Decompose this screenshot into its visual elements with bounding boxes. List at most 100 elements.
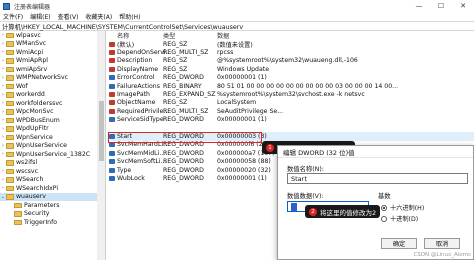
cancel-button[interactable]: 取消 (424, 238, 460, 249)
string-value-icon (109, 41, 115, 47)
step-number-badge: 2 (309, 207, 317, 216)
tree-item[interactable]: › WSearchIdxPi (0, 184, 105, 193)
base-label: 基数 (378, 193, 391, 200)
key-tree: › wlpasvc › WManSvc › WmiAcpi › WmiApRpl › wm… (0, 31, 106, 260)
value-name-field[interactable]: Start (287, 173, 468, 184)
tree-item[interactable]: › WManSvc (0, 40, 105, 49)
scrollbar-thumb[interactable] (98, 101, 104, 161)
tree-item[interactable]: › WSearch (0, 176, 105, 185)
string-value-icon (109, 100, 115, 106)
watermark: CSDN @Linux_Aiomc (413, 252, 471, 258)
tree-item[interactable]: › WMPNetworkSvc (0, 74, 105, 83)
dec-radio[interactable]: 十进制(D) (381, 214, 418, 223)
value-row[interactable]: ServiceSidType REG_DWORD 0x00000001 (1) (107, 116, 474, 124)
callout-text: 将这里的值修改为2 (320, 208, 377, 217)
folder-icon (6, 134, 14, 140)
folder-icon (6, 100, 14, 106)
tree-item[interactable]: › Wof (0, 82, 105, 91)
menu-edit[interactable]: 编辑(E) (30, 12, 50, 21)
folder-icon (6, 194, 14, 200)
tree-item[interactable]: › WpnUserService (0, 142, 105, 151)
value-row[interactable]: Description REG_SZ @%systemroot%\system32\… (107, 57, 474, 65)
tree-item[interactable]: › WmiAcpi (0, 48, 105, 57)
radio-selected-icon (381, 204, 387, 211)
tree-item[interactable]: › workfolderssvc (0, 99, 105, 108)
column-header-data[interactable]: 数据 (217, 31, 229, 40)
folder-icon (6, 109, 14, 115)
maximize-button[interactable]: ☐ (430, 0, 452, 12)
tree-item[interactable]: Parameters (0, 201, 105, 210)
value-row[interactable]: (默认) REG_SZ (数值未设置) (107, 40, 474, 49)
folder-icon (6, 126, 14, 132)
value-row[interactable]: FailureActions REG_BINARY 80 51 01 00 00 0… (107, 82, 474, 90)
tree-item[interactable]: › wmiApSrv (0, 65, 105, 74)
minimize-button[interactable]: — (408, 0, 430, 12)
binary-value-icon (109, 167, 115, 173)
menu-view[interactable]: 查看(V) (58, 12, 79, 21)
folder-icon (14, 219, 22, 225)
menu-favorites[interactable]: 收藏夹(A) (85, 12, 112, 21)
window-title: 注册表编辑器 (14, 3, 51, 11)
step-number-badge: 1 (266, 143, 274, 152)
tree-item[interactable]: Security (0, 210, 105, 219)
binary-value-icon (109, 83, 115, 89)
window-controls: — ☐ ✕ (408, 0, 474, 12)
binary-value-icon (109, 117, 115, 123)
tree-item[interactable]: TriggerInfo (0, 218, 105, 227)
tree-item[interactable]: › WpnUserService_1382C (0, 150, 105, 159)
value-row[interactable]: RequiredPrivile... REG_MULTI_SZ SeAuditPri… (107, 107, 474, 115)
column-header-type[interactable]: 类型 (163, 31, 175, 40)
tree-item-selected[interactable]: ⌄ wuauserv (0, 192, 105, 201)
tree-item[interactable]: › WPDBusEnum (0, 116, 105, 125)
folder-icon (6, 92, 14, 98)
column-header-name[interactable]: 名称 (117, 31, 129, 40)
folder-icon (6, 75, 14, 81)
string-value-icon (109, 92, 115, 98)
folder-icon (6, 41, 14, 47)
string-value-icon (109, 50, 115, 56)
start-highlight-box (108, 132, 262, 143)
folder-icon (6, 151, 14, 157)
tree-item[interactable]: › WpcMonSvc (0, 108, 105, 117)
text-caret (291, 202, 297, 211)
value-row[interactable]: ErrorControl REG_DWORD 0x00000001 (1) (107, 74, 474, 82)
tree-scrollbar[interactable] (97, 31, 105, 260)
folder-icon (6, 168, 14, 174)
folder-icon (6, 117, 14, 123)
menu-help[interactable]: 帮助(H) (119, 12, 140, 21)
tree-item[interactable]: › wscsvc (0, 167, 105, 176)
radio-unselected-icon (381, 215, 387, 222)
tree-item[interactable]: › WmiApRpl (0, 57, 105, 66)
tree-item[interactable]: › wlpasvc (0, 31, 105, 40)
value-row[interactable]: DependOnServi... REG_MULTI_SZ rpcss (107, 48, 474, 56)
binary-value-icon (109, 150, 115, 156)
dialog-title: 编辑 DWORD (32 位)值 (278, 146, 473, 158)
value-data-label: 数值数据(V): (287, 193, 324, 200)
edit-dword-dialog: 编辑 DWORD (32 位)值 数值名称(N): Start 数值数据(V):… (277, 145, 474, 260)
binary-value-icon (109, 176, 115, 182)
callout-step-2: 2 将这里的值修改为2 (305, 205, 381, 218)
regedit-app-icon (3, 2, 10, 10)
value-row[interactable]: DisplayName REG_SZ Windows Update (107, 65, 474, 73)
binary-value-icon (109, 142, 115, 148)
ok-button[interactable]: 确定 (381, 238, 417, 249)
string-value-icon (109, 58, 115, 64)
folder-icon (6, 83, 14, 89)
close-button[interactable]: ✕ (452, 0, 474, 12)
address-bar[interactable]: 计算机\HKEY_LOCAL_MACHINE\SYSTEM\CurrentCon… (0, 21, 474, 31)
tree-item[interactable]: › WpnService (0, 133, 105, 142)
menu-file[interactable]: 文件(F) (3, 12, 23, 21)
folder-icon (6, 66, 14, 72)
string-value-icon (109, 108, 115, 114)
folder-icon (14, 211, 22, 217)
tree-item[interactable]: › WpdUpFltr (0, 125, 105, 134)
title-bar: 注册表编辑器 — ☐ ✕ (0, 0, 474, 12)
string-value-icon (109, 66, 115, 72)
value-name-label: 数值名称(N): (287, 166, 324, 173)
tree-item[interactable]: ws2ifsl (0, 159, 105, 168)
value-row[interactable]: ObjectName REG_SZ LocalSystem (107, 99, 474, 107)
value-row[interactable]: ImagePath REG_EXPAND_SZ %systemroot%\syste… (107, 90, 474, 98)
hex-radio[interactable]: 十六进制(H) (381, 203, 424, 212)
tree-item[interactable]: › workerdd (0, 91, 105, 100)
folder-icon (14, 202, 22, 208)
